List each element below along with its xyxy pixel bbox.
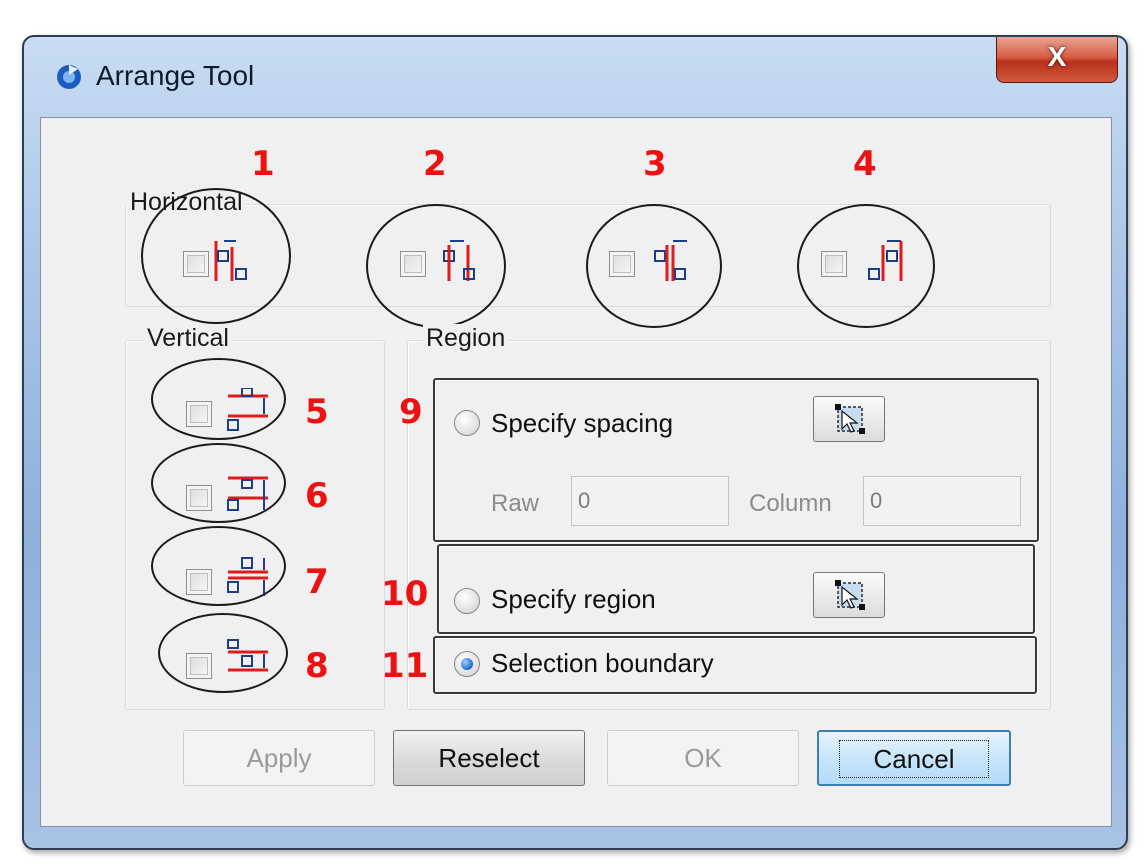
- marker-3: 3: [643, 144, 667, 184]
- arrange-tool-dialog: Arrange Tool X Horizontal 1 2 3 4 Vertic…: [22, 35, 1128, 850]
- highlight-circle-6: [151, 443, 286, 523]
- column-input[interactable]: [863, 476, 1021, 526]
- pick-region-cursor-icon: [835, 580, 865, 610]
- region-legend: Region: [423, 324, 509, 353]
- marker-2: 2: [423, 144, 447, 184]
- pick-spacing-button[interactable]: [813, 396, 885, 442]
- dialog-body: Horizontal 1 2 3 4 Vertical 5 6 7 8 Regi…: [40, 117, 1112, 827]
- marker-1: 1: [251, 144, 275, 184]
- highlight-circle-3: [586, 204, 722, 328]
- marker-11: 11: [381, 646, 429, 686]
- window-title: Arrange Tool: [96, 60, 255, 91]
- marker-5: 5: [305, 392, 329, 432]
- raw-label: Raw: [491, 490, 540, 517]
- close-button[interactable]: X: [996, 37, 1118, 83]
- specify-spacing-label[interactable]: Specify spacing: [491, 408, 673, 439]
- cancel-button-label: Cancel: [838, 740, 990, 778]
- reselect-button[interactable]: Reselect: [393, 730, 585, 786]
- marker-6: 6: [305, 476, 329, 516]
- highlight-circle-1: [141, 188, 291, 324]
- specify-region-radio[interactable]: [454, 588, 480, 614]
- marker-4: 4: [853, 144, 877, 184]
- marker-8: 8: [305, 646, 329, 686]
- specify-region-label[interactable]: Specify region: [491, 584, 656, 615]
- selection-boundary-radio[interactable]: [454, 651, 480, 677]
- highlight-circle-7: [151, 526, 286, 606]
- highlight-circle-4: [797, 204, 935, 328]
- highlight-circle-5: [151, 358, 286, 440]
- highlight-circle-2: [366, 204, 506, 328]
- column-label: Column: [749, 490, 832, 517]
- marker-9: 9: [399, 392, 423, 432]
- raw-input[interactable]: [571, 476, 729, 526]
- highlight-circle-8: [158, 613, 288, 693]
- specify-spacing-radio[interactable]: [454, 410, 480, 436]
- pick-region-cursor-icon: [835, 404, 865, 434]
- cancel-button[interactable]: Cancel: [817, 730, 1011, 786]
- apply-button[interactable]: Apply: [183, 730, 375, 786]
- selection-boundary-label[interactable]: Selection boundary: [491, 648, 714, 679]
- vertical-legend: Vertical: [144, 324, 232, 353]
- pick-region-button[interactable]: [813, 572, 885, 618]
- marker-7: 7: [305, 562, 329, 602]
- marker-10: 10: [381, 574, 429, 614]
- ok-button[interactable]: OK: [607, 730, 799, 786]
- arrange-app-icon: [57, 65, 81, 89]
